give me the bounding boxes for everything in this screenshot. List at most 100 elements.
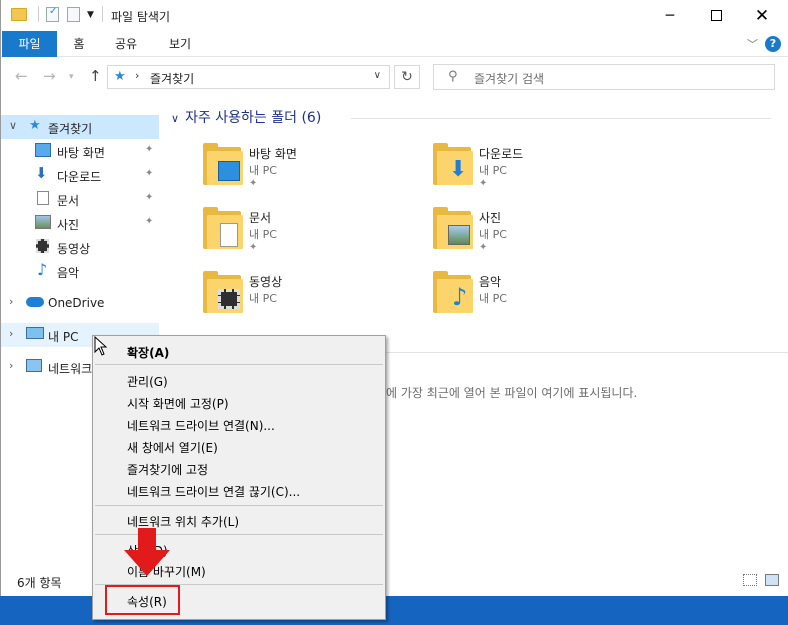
- minimize-button[interactable]: ─: [647, 0, 693, 31]
- menu-item-open-new-window[interactable]: 새 창에서 열기(E): [127, 439, 218, 456]
- folder-tile[interactable]: ♪ 음악 내 PC: [433, 269, 633, 325]
- sidebar-item-label: 음악: [57, 266, 80, 280]
- close-icon: ✕: [754, 5, 770, 26]
- folder-tile[interactable]: 동영상 내 PC: [203, 269, 403, 325]
- tab-view[interactable]: 보기: [165, 31, 195, 57]
- sidebar-item-quick-access[interactable]: ∨ ★ 즐겨찾기: [1, 115, 159, 139]
- pin-icon: ✦: [249, 242, 258, 253]
- recent-locations-chevron-icon[interactable]: ▾: [69, 72, 74, 82]
- sidebar-item-label: 사진: [57, 218, 80, 232]
- folder-name: 문서: [249, 211, 272, 225]
- section-divider: [351, 118, 771, 119]
- new-folder-quick-icon[interactable]: [67, 7, 80, 22]
- menu-item-manage[interactable]: 관리(G): [127, 373, 168, 390]
- pin-icon: ✦: [249, 178, 258, 189]
- frequent-folders-header[interactable]: ∨ 자주 사용하는 폴더 (6): [171, 107, 321, 127]
- maximize-button[interactable]: [693, 0, 739, 31]
- expand-chevron-icon[interactable]: ›: [9, 327, 13, 340]
- tab-file[interactable]: 파일: [2, 31, 57, 57]
- sidebar-item-desktop[interactable]: 바탕 화면 ✦: [1, 139, 159, 163]
- pin-icon: ✦: [145, 168, 154, 179]
- collapse-chevron-icon[interactable]: ∨: [9, 119, 17, 132]
- sidebar-item-label: 바탕 화면: [57, 146, 105, 160]
- sidebar-item-downloads[interactable]: ⬇ 다운로드 ✦: [1, 163, 159, 187]
- sidebar-item-label: 문서: [57, 194, 80, 208]
- menu-item-map-network-drive[interactable]: 네트워크 드라이브 연결(N)...: [127, 417, 275, 434]
- document-icon: [37, 191, 49, 205]
- folder-tile[interactable]: 문서내 PC ✦: [203, 205, 403, 261]
- collapse-chevron-icon[interactable]: ∨: [171, 112, 179, 125]
- folder-location: 내 PC: [249, 164, 277, 177]
- properties-quick-icon[interactable]: ✓: [46, 6, 59, 22]
- folder-location: 내 PC: [249, 228, 277, 241]
- folder-location: 내 PC: [479, 164, 507, 177]
- maximize-icon: [710, 10, 722, 21]
- quick-access-star-icon: ★: [114, 69, 126, 84]
- menu-item-pin-to-start[interactable]: 시작 화면에 고정(P): [127, 395, 229, 412]
- music-note-icon: ♪: [37, 260, 48, 279]
- pin-icon: ✦: [479, 242, 488, 253]
- large-icons-view-icon[interactable]: [765, 574, 779, 586]
- expand-ribbon-chevron-icon[interactable]: ﹀: [747, 36, 758, 52]
- folder-name: 다운로드: [479, 147, 524, 161]
- sidebar-item-videos[interactable]: 동영상: [1, 235, 159, 259]
- desktop-folder-icon: [203, 143, 243, 185]
- ribbon-tabs: 파일 홈 공유 보기 ﹀ ?: [1, 31, 788, 57]
- folder-location: 내 PC: [479, 228, 507, 241]
- sidebar-item-documents[interactable]: 문서 ✦: [1, 187, 159, 211]
- folder-tile[interactable]: 바탕 화면내 PC ✦: [203, 141, 403, 197]
- sidebar-item-label: OneDrive: [48, 296, 105, 310]
- sidebar-item-pictures[interactable]: 사진 ✦: [1, 211, 159, 235]
- toolbar-divider: [102, 6, 103, 22]
- minimize-icon: ─: [665, 7, 675, 24]
- menu-item-pin-quick-access[interactable]: 즐겨찾기에 고정: [127, 461, 208, 478]
- film-icon: [36, 239, 49, 253]
- sidebar-item-label: 즐겨찾기: [48, 122, 93, 136]
- download-arrow-icon: ⬇: [35, 164, 48, 182]
- breadcrumb-chevron-icon[interactable]: ›: [135, 69, 139, 82]
- refresh-icon: ↻: [401, 69, 413, 85]
- expand-chevron-icon[interactable]: ›: [9, 295, 13, 308]
- desktop-icon: [35, 143, 51, 157]
- folder-location: 내 PC: [249, 292, 277, 305]
- computer-icon: [26, 327, 44, 339]
- item-count: 6개 항목: [17, 576, 62, 590]
- back-arrow-icon[interactable]: ←: [15, 67, 28, 85]
- help-button[interactable]: ?: [765, 36, 781, 52]
- network-icon: [26, 359, 42, 372]
- section-title: 자주 사용하는 폴더 (6): [185, 110, 322, 126]
- expand-chevron-icon[interactable]: ›: [9, 359, 13, 372]
- up-arrow-icon[interactable]: ↑: [89, 67, 102, 85]
- sidebar-item-music[interactable]: ♪ 음악: [1, 259, 159, 283]
- pin-icon: ✦: [145, 216, 154, 227]
- address-dropdown-icon[interactable]: ∨: [374, 70, 381, 81]
- forward-arrow-icon[interactable]: →: [43, 67, 56, 85]
- menu-item-expand[interactable]: 확장(A): [127, 344, 169, 361]
- window-title: 파일 탐색기: [111, 10, 171, 24]
- breadcrumb[interactable]: 즐겨찾기: [150, 70, 194, 87]
- menu-separator: [95, 505, 383, 506]
- sidebar-item-label: 동영상: [57, 242, 91, 256]
- tab-share[interactable]: 공유: [111, 31, 141, 57]
- search-input[interactable]: ⚲ 즐겨찾기 검색: [433, 64, 775, 90]
- refresh-button[interactable]: ↻: [394, 65, 420, 89]
- menu-item-disconnect-network-drive[interactable]: 네트워크 드라이브 연결 끊기(C)...: [127, 483, 300, 500]
- videos-folder-icon: [203, 271, 243, 313]
- folder-name: 바탕 화면: [249, 147, 297, 161]
- tab-home[interactable]: 홈: [67, 31, 91, 57]
- pin-icon: ✦: [479, 178, 488, 189]
- search-placeholder: 즐겨찾기 검색: [474, 72, 545, 86]
- pin-icon: ✦: [145, 192, 154, 203]
- picture-icon: [35, 215, 51, 229]
- folder-tile[interactable]: ⬇ 다운로드 내 PC ✦: [433, 141, 633, 197]
- details-view-icon[interactable]: [743, 574, 757, 586]
- customize-toolbar-dropdown-icon[interactable]: ▼: [87, 10, 94, 20]
- folder-tile[interactable]: 사진 내 PC ✦: [433, 205, 633, 261]
- red-down-arrow-icon: [124, 528, 170, 576]
- folder-location: 내 PC: [479, 292, 507, 305]
- address-bar[interactable]: ★ › 즐겨찾기 ∨: [107, 65, 390, 89]
- close-button[interactable]: ✕: [739, 0, 785, 31]
- properties-highlight-box: [105, 585, 180, 615]
- recent-files-message: 에 가장 최근에 열어 본 파일이 여기에 표시됩니다.: [386, 386, 638, 400]
- sidebar-item-onedrive[interactable]: › OneDrive: [1, 291, 159, 315]
